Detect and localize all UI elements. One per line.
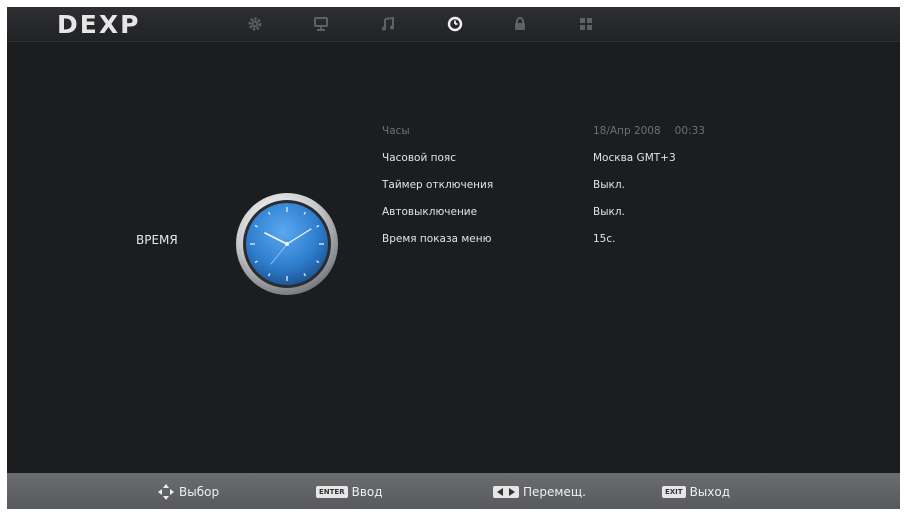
left-right-arrows-icon [493, 486, 519, 498]
tab-time[interactable] [444, 14, 466, 34]
enter-key-badge: ENTER [316, 486, 348, 498]
tv-menu-screen: DEXP ВРЕМЯ Часы 18/Апр 2008 00:33 Часово… [7, 7, 900, 509]
hint-move-label: Перемещ. [523, 485, 586, 499]
setting-value: 15с. [593, 233, 616, 245]
hint-select-label: Выбор [179, 485, 220, 499]
setting-value: Москва GMT+3 [593, 152, 676, 164]
setting-value: Выкл. [593, 206, 625, 218]
hint-enter: ENTER Ввод [316, 484, 383, 500]
hint-move: Перемещ. [493, 484, 586, 500]
time-settings-list: Часы 18/Апр 2008 00:33 Часовой пояс Москв… [382, 125, 802, 260]
dpad-icon [158, 484, 174, 500]
clock-date: 18/Апр 2008 [593, 125, 661, 137]
tab-picture[interactable] [244, 14, 266, 34]
hint-exit: EXIT Выход [662, 484, 730, 500]
hint-exit-label: Выход [689, 485, 731, 499]
clock-time: 00:33 [674, 125, 705, 137]
setting-row-sleep-timer[interactable]: Таймер отключения Выкл. [382, 179, 802, 206]
monitor-icon [314, 17, 328, 31]
setting-label: Время показа меню [382, 233, 492, 245]
setting-label: Часовой пояс [382, 152, 456, 164]
tab-screen[interactable] [310, 14, 332, 34]
exit-key-badge: EXIT [662, 486, 686, 498]
tab-sound[interactable] [377, 14, 399, 34]
setting-row-timezone[interactable]: Часовой пояс Москва GMT+3 [382, 152, 802, 179]
setting-row-menu-timeout[interactable]: Время показа меню 15с. [382, 233, 802, 260]
setting-label: Часы [382, 125, 410, 137]
setting-row-clock: Часы 18/Апр 2008 00:33 [382, 125, 802, 152]
setting-row-auto-off[interactable]: Автовыключение Выкл. [382, 206, 802, 233]
clock-icon [447, 16, 463, 32]
lock-icon [515, 17, 525, 30]
grid-icon [580, 18, 592, 30]
bottom-hint-bar: Выбор ENTER Ввод Перемещ. EXIT Выход [7, 473, 900, 509]
brand-logo: DEXP [57, 10, 141, 39]
setting-label: Автовыключение [382, 206, 478, 218]
hint-select: Выбор [157, 484, 219, 500]
tab-lock[interactable] [509, 14, 531, 34]
setting-value: Выкл. [593, 179, 625, 191]
top-menu-bar: DEXP [7, 7, 900, 42]
clock-illustration-icon [236, 193, 338, 295]
section-title: ВРЕМЯ [136, 233, 178, 247]
setting-value: 18/Апр 2008 00:33 [593, 125, 705, 137]
music-note-icon [382, 16, 394, 31]
setting-label: Таймер отключения [382, 179, 494, 191]
tab-setup[interactable] [575, 14, 597, 34]
gear-icon [248, 17, 262, 31]
hint-enter-label: Ввод [351, 485, 383, 499]
